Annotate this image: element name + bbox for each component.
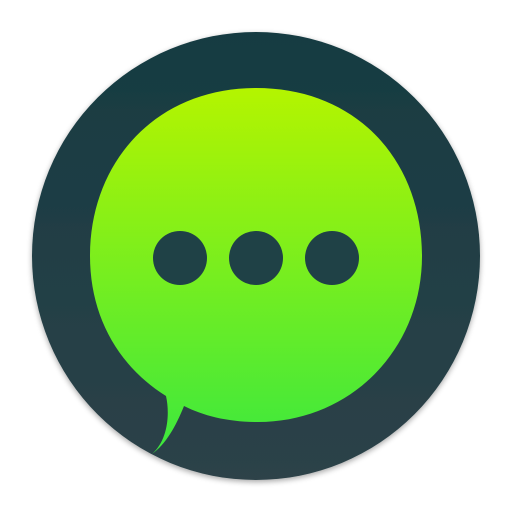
typing-dot-middle-icon xyxy=(229,231,283,285)
chat-bubble-app-icon xyxy=(32,32,480,480)
icon-canvas xyxy=(0,0,512,512)
typing-dot-right-icon xyxy=(305,231,359,285)
typing-dot-left-icon xyxy=(153,231,207,285)
